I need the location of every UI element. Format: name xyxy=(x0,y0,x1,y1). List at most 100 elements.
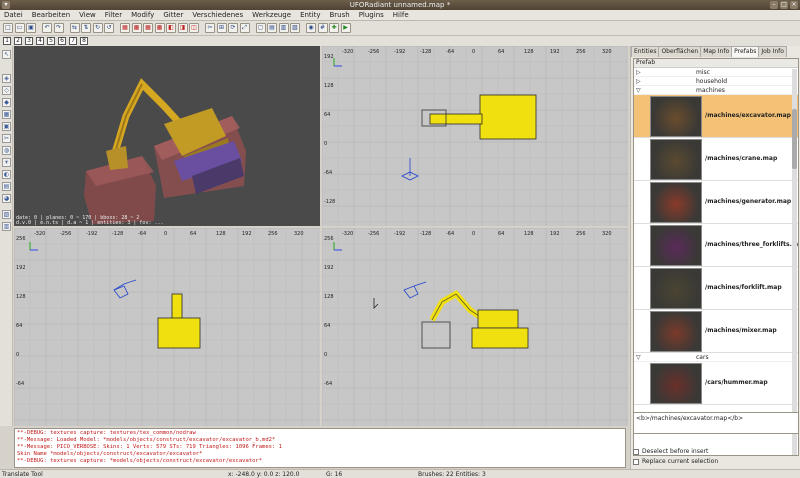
save-icon[interactable]: ▣ xyxy=(26,23,36,33)
expand-arrow-icon[interactable]: ▽ xyxy=(636,354,641,361)
menu-item-0[interactable]: Datei xyxy=(4,11,23,19)
layer-button-1[interactable]: 1 xyxy=(3,37,11,45)
clipper-icon[interactable]: ✂ xyxy=(205,23,215,33)
undo-icon[interactable]: ↶ xyxy=(42,23,52,33)
select-complete-icon[interactable]: ▦ xyxy=(154,23,165,33)
top-viewport[interactable]: -320 -256 -192 -128 -64 0 64 128 192 256 320 192 128… xyxy=(322,46,628,226)
layer-button-5[interactable]: 5 xyxy=(47,37,55,45)
rotate-tool-icon[interactable]: ⟳ xyxy=(228,23,238,33)
new-icon[interactable]: □ xyxy=(3,23,13,33)
prefab-tree[interactable]: Prefab ▷ misc ▷ household ▽ machines/machines… xyxy=(633,58,799,456)
tab-1[interactable]: Oberflächen xyxy=(658,46,702,57)
side-viewport[interactable]: -320 -256 -192 -128 -64 0 64 128 192 256 320 256 192… xyxy=(14,228,320,426)
redo-icon[interactable]: ↷ xyxy=(53,23,64,33)
flip-x-icon[interactable]: ⇆ xyxy=(69,23,80,33)
prefab-row-6[interactable]: /cars/hummer.map xyxy=(634,362,798,405)
patch-icon[interactable]: ▦ xyxy=(2,110,11,119)
menu-item-8[interactable]: Entity xyxy=(300,11,320,19)
shader-icon[interactable]: ◐ xyxy=(2,170,11,179)
layer-button-3[interactable]: 3 xyxy=(25,37,33,45)
excavator-front-bucket[interactable] xyxy=(421,321,451,349)
texture-icon[interactable]: ▤ xyxy=(2,182,11,191)
scroll-thumb[interactable] xyxy=(792,109,797,169)
excavator-top-body[interactable] xyxy=(479,94,537,140)
prefab-row-0[interactable]: /machines/excavator.map xyxy=(634,95,798,138)
layer-button-7[interactable]: 7 xyxy=(69,37,77,45)
expand-arrow-icon[interactable]: ▷ xyxy=(636,78,641,85)
plugin-icon[interactable]: ✚ xyxy=(329,23,339,33)
view-side-icon[interactable]: ▥ xyxy=(278,23,289,33)
replace-option[interactable]: Replace current selection xyxy=(633,457,718,466)
rotate-x-icon[interactable]: ↻ xyxy=(92,23,103,33)
drag-edge-icon[interactable]: ◇ xyxy=(2,86,11,95)
deselect-checkbox[interactable] xyxy=(633,448,639,455)
deselect-option[interactable]: Deselect before insert xyxy=(633,447,708,456)
excavator-front-tracks[interactable] xyxy=(471,327,529,349)
tree-category-2[interactable]: ▽ machines xyxy=(634,86,798,95)
flip-y-icon[interactable]: ⇅ xyxy=(81,23,91,33)
menu-item-5[interactable]: Gitter xyxy=(163,11,183,19)
menu-item-7[interactable]: Werkzeuge xyxy=(252,11,291,19)
expand-arrow-icon[interactable]: ▽ xyxy=(636,87,641,94)
tab-3[interactable]: Prefabs xyxy=(731,46,760,57)
excavator-top-arm[interactable] xyxy=(429,113,483,125)
menu-item-1[interactable]: Bearbeiten xyxy=(32,11,70,19)
layer-button-6[interactable]: 6 xyxy=(58,37,66,45)
menu-item-9[interactable]: Brush xyxy=(330,11,350,19)
compile-icon[interactable]: ▶ xyxy=(340,23,351,33)
tree-category-1[interactable]: ▷ household xyxy=(634,77,798,86)
excavator-side-body[interactable] xyxy=(157,317,201,349)
clip-icon[interactable]: ✂ xyxy=(2,134,11,143)
menu-item-2[interactable]: View xyxy=(79,11,96,19)
minimize-icon[interactable]: – xyxy=(770,1,778,9)
grid-icon[interactable]: # xyxy=(317,23,328,33)
tree-category-3[interactable]: ▽ cars xyxy=(634,353,798,362)
menu-item-3[interactable]: Filter xyxy=(105,11,122,19)
menu-item-11[interactable]: Hilfe xyxy=(393,11,409,19)
menu-item-4[interactable]: Modify xyxy=(131,11,154,19)
prefab-row-2[interactable]: /machines/generator.map xyxy=(634,181,798,224)
model-icon[interactable]: ◕ xyxy=(2,194,11,203)
prefab-row-3[interactable]: /machines/three_forklifts.ma xyxy=(634,224,798,267)
cube-icon[interactable]: ▢ xyxy=(255,23,266,33)
replace-checkbox[interactable] xyxy=(633,458,639,465)
csg-merge-icon[interactable]: ◨ xyxy=(177,23,188,33)
scale-tool-icon[interactable]: ⤢ xyxy=(239,23,250,33)
layer-button-2[interactable]: 2 xyxy=(14,37,22,45)
prefab-path-field[interactable]: <b>/machines/excavator.map</b> xyxy=(633,412,799,434)
make-hollow-icon[interactable]: ◫ xyxy=(189,23,199,33)
open-icon[interactable]: ▭ xyxy=(14,23,25,33)
texture-lock-icon[interactable]: ⊞ xyxy=(216,23,227,33)
brush-icon[interactable]: ▣ xyxy=(2,122,11,131)
menu-item-10[interactable]: Plugins xyxy=(359,11,384,19)
menu-item-6[interactable]: Verschiedenes xyxy=(192,11,243,19)
layer-button-8[interactable]: 8 xyxy=(80,37,88,45)
tree-category-0[interactable]: ▷ misc xyxy=(634,68,798,77)
select-icon[interactable]: ▦ xyxy=(120,23,130,33)
tree-scrollbar[interactable] xyxy=(792,69,797,455)
camera-viewport[interactable]: date: 0 | planes: 0 ~ 170 | bboxs: 28 ~ … xyxy=(14,46,320,226)
view-front-icon[interactable]: ▧ xyxy=(290,23,300,33)
drag-vertex-icon[interactable]: ◈ xyxy=(2,74,11,83)
drag-face-icon[interactable]: ◆ xyxy=(2,98,11,107)
tab-2[interactable]: Map Info xyxy=(700,46,733,57)
prefab-row-5[interactable]: /machines/mixer.map xyxy=(634,310,798,353)
excavator-front-cab[interactable] xyxy=(477,309,519,329)
maximize-icon[interactable]: □ xyxy=(780,1,788,9)
prefab-icon[interactable]: ▨ xyxy=(2,210,11,219)
camera-icon[interactable]: ◉ xyxy=(306,23,316,33)
select-touch-icon[interactable]: ▦ xyxy=(131,23,142,33)
console-log[interactable]: **-DEBUG: textures capture: textures/tex… xyxy=(14,428,626,468)
csg-subtract-icon[interactable]: ◧ xyxy=(166,23,176,33)
tab-0[interactable]: Entities xyxy=(631,46,660,57)
close-icon[interactable]: × xyxy=(790,1,798,9)
excavator-side-arm[interactable] xyxy=(171,293,183,321)
prefab-row-4[interactable]: /machines/forklift.map xyxy=(634,267,798,310)
layer-button-4[interactable]: 4 xyxy=(36,37,44,45)
select-partial-icon[interactable]: ▦ xyxy=(143,23,153,33)
terrain-icon[interactable]: ▥ xyxy=(2,222,11,231)
expand-arrow-icon[interactable]: ▷ xyxy=(636,69,641,76)
pointer-icon[interactable]: ↖ xyxy=(2,50,11,59)
front-viewport[interactable]: -320 -256 -192 -128 -64 0 64 128 192 256 320 256 192… xyxy=(322,228,628,426)
entity-icon[interactable]: ◍ xyxy=(2,146,11,155)
